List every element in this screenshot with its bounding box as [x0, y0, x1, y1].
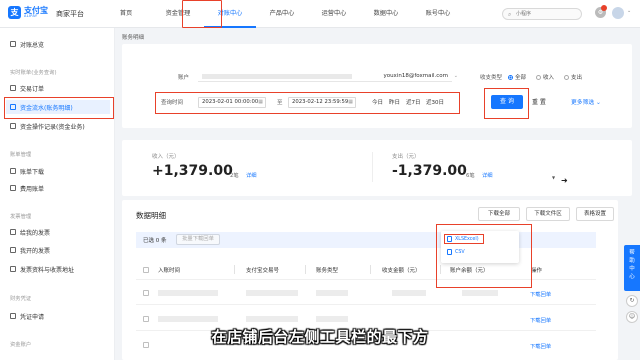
expense-detail-link[interactable]: 详细	[482, 171, 493, 179]
batch-download-button[interactable]: 批量下载回单	[176, 234, 220, 245]
video-subtitle: 在店铺后台左侧工具栏的最下方	[211, 328, 429, 346]
col-type: 账务类型	[316, 268, 339, 274]
filter-card	[122, 44, 632, 128]
account-email: youxin18@foxmail.com	[383, 73, 448, 79]
radio-all[interactable]: 全部	[508, 73, 526, 81]
address-icon	[10, 266, 16, 272]
table-cell-masked	[462, 290, 498, 296]
income-detail-link[interactable]: 详细	[246, 171, 257, 179]
nav-products[interactable]: 产品中心	[256, 0, 308, 28]
table-cell-masked	[316, 316, 348, 322]
search-icon[interactable]: ⌕	[508, 11, 511, 19]
voucher-icon	[10, 313, 16, 319]
download-file-area-button[interactable]: 下载文件区	[526, 207, 570, 221]
fund-ops-icon	[10, 123, 16, 129]
sidebar-item-bill-download[interactable]: 账单下载	[6, 164, 110, 178]
select-all-checkbox[interactable]	[143, 267, 149, 273]
radio-expense[interactable]: 支出	[564, 73, 582, 81]
reset-button[interactable]: 重 置	[532, 97, 546, 106]
income-count: 2笔	[230, 173, 239, 179]
expense-count: 6笔	[466, 173, 475, 179]
sidebar-group-realtime: 实时账单(业务查询)	[10, 70, 57, 76]
nav-home[interactable]: 首页	[100, 0, 152, 28]
alipay-logo-icon: 支	[8, 6, 21, 19]
highlight-box	[155, 92, 460, 114]
top-navbar: 支 支付宝 ALIPAY 商家平台 首页 资金管理 对账中心 产品中心 运营中心…	[0, 0, 640, 28]
more-filters-link[interactable]: 更多筛选 ⌄	[571, 97, 601, 106]
sidebar-item-fee-bill[interactable]: 费用账单	[6, 181, 110, 195]
search-box: ⌕	[502, 8, 582, 20]
feedback-icon[interactable]: ↻	[626, 295, 638, 307]
sidebar-group-invoice: 发票管理	[10, 214, 32, 220]
sidebar-item-invoice-address[interactable]: 发票资料与收票地址	[6, 262, 110, 276]
highlight-box	[4, 97, 114, 119]
orders-icon	[10, 85, 16, 91]
sidebar: 对账总览 实时账单(业务查询) 交易订单 资金流水(账务明细) 资金操作记录(资…	[0, 28, 115, 360]
overview-icon	[10, 41, 16, 47]
download-all-button[interactable]: 下载全部	[478, 207, 520, 221]
notification-badge	[601, 5, 607, 11]
row-checkbox[interactable]	[143, 290, 149, 296]
sidebar-item-invoice-to-me[interactable]: 给我的发票	[6, 225, 110, 239]
income-value: +1,379.00	[152, 163, 233, 179]
caret-icon: ▼	[552, 175, 556, 180]
nav-account[interactable]: 账号中心	[412, 0, 464, 28]
table-cell-masked	[392, 290, 426, 296]
table-cell-masked	[246, 316, 298, 322]
fee-icon	[10, 185, 16, 191]
account-select[interactable]: youxin18@foxmail.com ⌄	[198, 72, 458, 82]
sidebar-group-bill: 账单管理	[10, 152, 32, 158]
table-cell-masked	[246, 290, 298, 296]
col-amount: 收支金额（元）	[382, 268, 421, 274]
platform-title: 商家平台	[56, 10, 84, 18]
sidebar-item-my-invoice[interactable]: 我开的发票	[6, 243, 110, 257]
highlight-box	[182, 0, 222, 28]
brand-en: ALIPAY	[24, 13, 38, 18]
mouse-cursor-icon: ➜	[561, 176, 568, 185]
chevron-down-icon: ⌄	[453, 73, 458, 79]
table-cell-masked	[316, 290, 348, 296]
download-receipt-link[interactable]: 下载回单	[530, 290, 551, 298]
download-icon	[10, 168, 16, 174]
stats-divider	[372, 152, 373, 182]
alipay-logo[interactable]: 支 支付宝 ALIPAY	[8, 6, 48, 19]
avatar[interactable]	[612, 7, 624, 19]
account-name-masked	[202, 74, 352, 79]
sidebar-item-fund-ops[interactable]: 资金操作记录(资金业务)	[6, 119, 110, 133]
income-label: 收入（元）	[152, 154, 180, 160]
expense-value: -1,379.00	[392, 163, 467, 179]
expense-label: 支出（元）	[392, 154, 420, 160]
nav-operations[interactable]: 运营中心	[308, 0, 360, 28]
highlight-box	[444, 234, 484, 244]
invoice-icon	[10, 247, 16, 253]
breadcrumb: 账务明细	[122, 35, 145, 41]
sidebar-item-voucher-apply[interactable]: 凭证申请	[6, 309, 110, 323]
section-title: 数据明细	[136, 211, 166, 220]
search-input[interactable]	[516, 10, 576, 18]
col-time: 入账时间	[158, 268, 181, 274]
table-cell-masked	[158, 290, 218, 296]
sidebar-item-orders[interactable]: 交易订单	[6, 81, 110, 95]
col-action: 操作	[531, 268, 543, 274]
type-radio-group: 全部 收入 支出	[508, 73, 582, 81]
help-center-button[interactable]: 帮 助 中 心	[624, 245, 640, 291]
sidebar-item-overview[interactable]: 对账总览	[6, 37, 110, 51]
row-checkbox[interactable]	[143, 316, 149, 322]
main-nav: 首页 资金管理 对账中心 产品中心 运营中心 数据中心 账号中心	[100, 0, 464, 28]
nav-data[interactable]: 数据中心	[360, 0, 412, 28]
sidebar-group-voucher: 财务凭证	[10, 296, 32, 302]
radio-income[interactable]: 收入	[536, 73, 554, 81]
table-settings-button[interactable]: 表格设置	[576, 207, 614, 221]
col-trade-no: 支付宝交易号	[246, 268, 280, 274]
table-cell-masked	[158, 316, 218, 322]
chat-icon[interactable]: ☺	[626, 311, 638, 323]
selected-count: 已选 0 条	[143, 238, 167, 244]
type-label: 收支类型	[480, 75, 503, 81]
highlight-box	[484, 88, 529, 119]
chevron-down-icon[interactable]: ⌄	[627, 8, 631, 14]
invoice-icon	[10, 229, 16, 235]
download-receipt-link[interactable]: 下载回单	[530, 316, 551, 324]
account-label: 账户	[178, 75, 190, 81]
